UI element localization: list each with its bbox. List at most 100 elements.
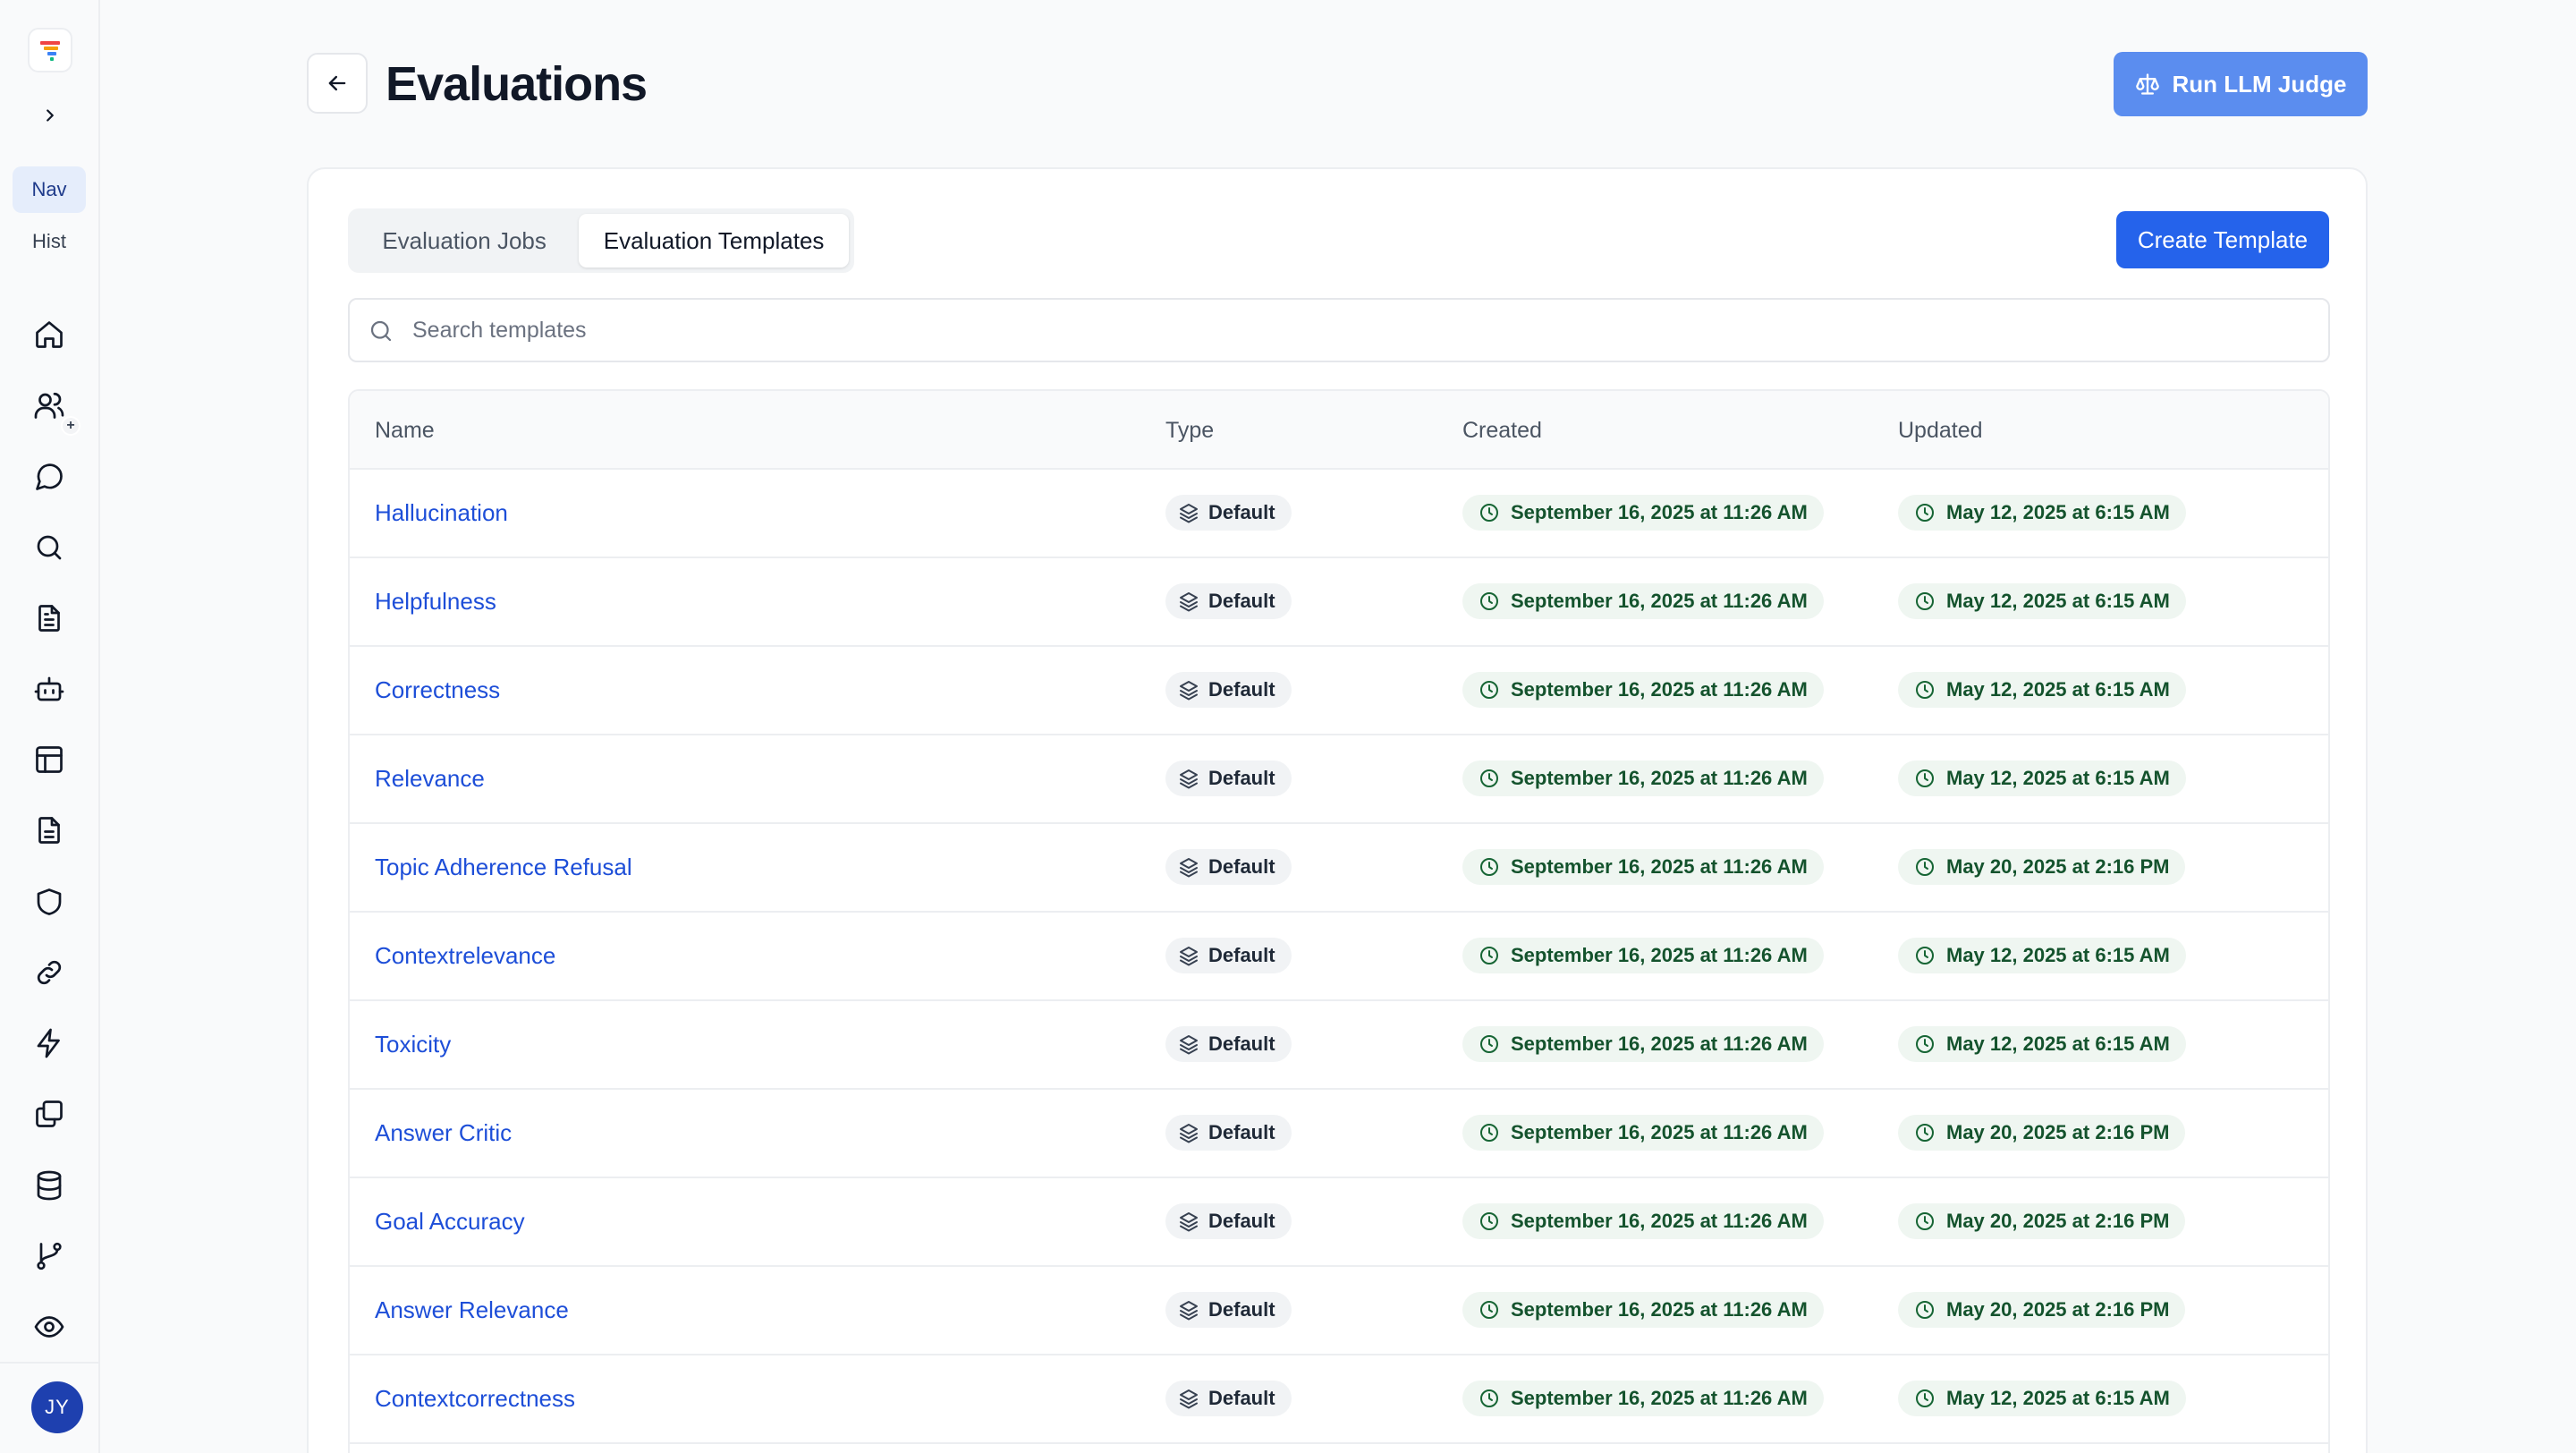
column-header-created[interactable]: Created: [1462, 391, 1542, 470]
eye-icon[interactable]: [30, 1308, 68, 1346]
type-badge: Default: [1165, 672, 1292, 708]
user-avatar[interactable]: JY: [31, 1381, 83, 1433]
clock-icon: [1480, 769, 1498, 787]
link-icon[interactable]: [30, 954, 68, 991]
layers-icon: [1180, 769, 1198, 789]
type-badge-label: Default: [1208, 767, 1275, 789]
clock-icon: [1916, 858, 1934, 876]
template-name-link[interactable]: Relevance: [375, 735, 485, 822]
sidebar: Nav Hist + JY: [0, 0, 100, 1453]
home-icon[interactable]: [30, 316, 68, 353]
chat-icon[interactable]: [30, 458, 68, 496]
updated-badge: May 12, 2025 at 6:15 AM: [1898, 583, 2186, 619]
template-name-link[interactable]: Answer Relevance: [375, 1267, 569, 1354]
updated-date: May 20, 2025 at 2:16 PM: [1946, 855, 2170, 878]
clock-icon: [1916, 592, 1934, 610]
database-icon[interactable]: [30, 1167, 68, 1204]
zap-icon[interactable]: [30, 1024, 68, 1062]
template-name-link[interactable]: Correctness: [375, 647, 500, 734]
template-name-link[interactable]: Goal Accuracy: [375, 1178, 525, 1265]
column-header-updated[interactable]: Updated: [1898, 391, 1983, 470]
created-date: September 16, 2025 at 11:26 AM: [1511, 1210, 1808, 1232]
app-logo[interactable]: [28, 28, 72, 72]
updated-badge: May 20, 2025 at 2:16 PM: [1898, 1115, 2186, 1151]
table-row[interactable]: Relevance Default September 16, 2025 at 11…: [350, 735, 2328, 824]
nav-tab[interactable]: Nav: [13, 166, 86, 213]
search-box: [348, 298, 2330, 362]
layers-icon: [1180, 1124, 1198, 1143]
search-icon[interactable]: [30, 529, 68, 566]
created-date: September 16, 2025 at 11:26 AM: [1511, 1298, 1808, 1321]
file-text-icon[interactable]: [30, 811, 68, 849]
updated-badge: May 12, 2025 at 6:15 AM: [1898, 672, 2186, 708]
clock-icon: [1480, 681, 1498, 699]
updated-badge: May 20, 2025 at 2:16 PM: [1898, 1203, 2186, 1239]
search-input[interactable]: [412, 300, 2291, 361]
layers-icon: [1180, 858, 1198, 878]
created-badge: September 16, 2025 at 11:26 AM: [1462, 760, 1824, 796]
document-icon[interactable]: [30, 599, 68, 637]
table-row[interactable]: Contextrelevance Default September 16, 202…: [350, 913, 2328, 1001]
template-name-link[interactable]: Helpfulness: [375, 558, 496, 645]
tab-list: Evaluation Jobs Evaluation Templates: [348, 208, 854, 273]
users-icon[interactable]: [30, 387, 68, 424]
copy-icon[interactable]: [30, 1095, 68, 1133]
table-row[interactable]: Topic Adherence Refusal Default September …: [350, 824, 2328, 913]
clock-icon: [1916, 947, 1934, 964]
run-llm-judge-label: Run LLM Judge: [2172, 70, 2347, 98]
layers-icon: [1180, 681, 1198, 701]
template-name-link[interactable]: Contextrelevance: [375, 913, 555, 999]
updated-date: May 20, 2025 at 2:16 PM: [1946, 1210, 2170, 1232]
search-icon: [370, 320, 392, 342]
table-row[interactable]: Answer Critic Default September 16, 2025 a…: [350, 1090, 2328, 1178]
tab-evaluation-templates[interactable]: Evaluation Templates: [579, 214, 849, 268]
create-template-button[interactable]: Create Template: [2116, 211, 2329, 268]
clock-icon: [1480, 1301, 1498, 1319]
table-row[interactable]: Hallucination Default September 16, 2025 a…: [350, 470, 2328, 558]
run-llm-judge-button[interactable]: Run LLM Judge: [2114, 52, 2368, 116]
clock-icon: [1916, 1212, 1934, 1230]
template-name-link[interactable]: Contextcorrectness: [375, 1355, 575, 1442]
history-tab[interactable]: Hist: [13, 218, 86, 265]
layers-icon: [1180, 504, 1198, 523]
table-header: Name Type Created Updated: [350, 391, 2328, 470]
table-row[interactable]: Goal Accuracy Default September 16, 2025 a…: [350, 1178, 2328, 1267]
created-date: September 16, 2025 at 11:26 AM: [1511, 767, 1808, 789]
updated-badge: May 12, 2025 at 6:15 AM: [1898, 760, 2186, 796]
created-date: September 16, 2025 at 11:26 AM: [1511, 1387, 1808, 1409]
template-name-link[interactable]: Topic Adherence Refusal: [375, 824, 632, 911]
type-badge: Default: [1165, 1381, 1292, 1416]
shield-icon[interactable]: [30, 883, 68, 921]
updated-date: May 20, 2025 at 2:16 PM: [1946, 1121, 2170, 1143]
expand-sidebar-button[interactable]: [36, 101, 64, 130]
layout-icon[interactable]: [30, 741, 68, 778]
updated-date: May 12, 2025 at 6:15 AM: [1946, 501, 2170, 523]
clock-icon: [1916, 769, 1934, 787]
git-branch-icon[interactable]: [30, 1237, 68, 1275]
clock-icon: [1480, 1035, 1498, 1053]
table-row[interactable]: Contextcorrectness Default September 16, 2…: [350, 1355, 2328, 1444]
template-name-link[interactable]: Answer Critic: [375, 1090, 512, 1177]
table-row[interactable]: Helpfulness Default September 16, 2025 at …: [350, 558, 2328, 647]
clock-icon: [1916, 1389, 1934, 1407]
updated-date: May 12, 2025 at 6:15 AM: [1946, 1032, 2170, 1055]
bot-icon[interactable]: [30, 670, 68, 708]
back-button[interactable]: [307, 53, 368, 114]
created-badge: September 16, 2025 at 11:26 AM: [1462, 1292, 1824, 1328]
template-name-link[interactable]: Hallucination: [375, 470, 508, 557]
tab-evaluation-jobs[interactable]: Evaluation Jobs: [353, 214, 575, 268]
table-row[interactable]: Toxicity Default September 16, 2025 at 11:…: [350, 1001, 2328, 1090]
layers-icon: [1180, 1212, 1198, 1232]
sidebar-divider: [0, 1362, 98, 1364]
type-badge: Default: [1165, 849, 1292, 885]
type-badge-label: Default: [1208, 1121, 1275, 1143]
column-header-name[interactable]: Name: [375, 391, 435, 470]
created-date: September 16, 2025 at 11:26 AM: [1511, 855, 1808, 878]
scale-icon: [2135, 73, 2159, 95]
column-header-type[interactable]: Type: [1165, 391, 1214, 470]
layers-icon: [1180, 1389, 1198, 1409]
created-badge: September 16, 2025 at 11:26 AM: [1462, 672, 1824, 708]
table-row[interactable]: Correctness Default September 16, 2025 at …: [350, 647, 2328, 735]
table-row[interactable]: Answer Relevance Default September 16, 202…: [350, 1267, 2328, 1355]
template-name-link[interactable]: Toxicity: [375, 1001, 451, 1088]
